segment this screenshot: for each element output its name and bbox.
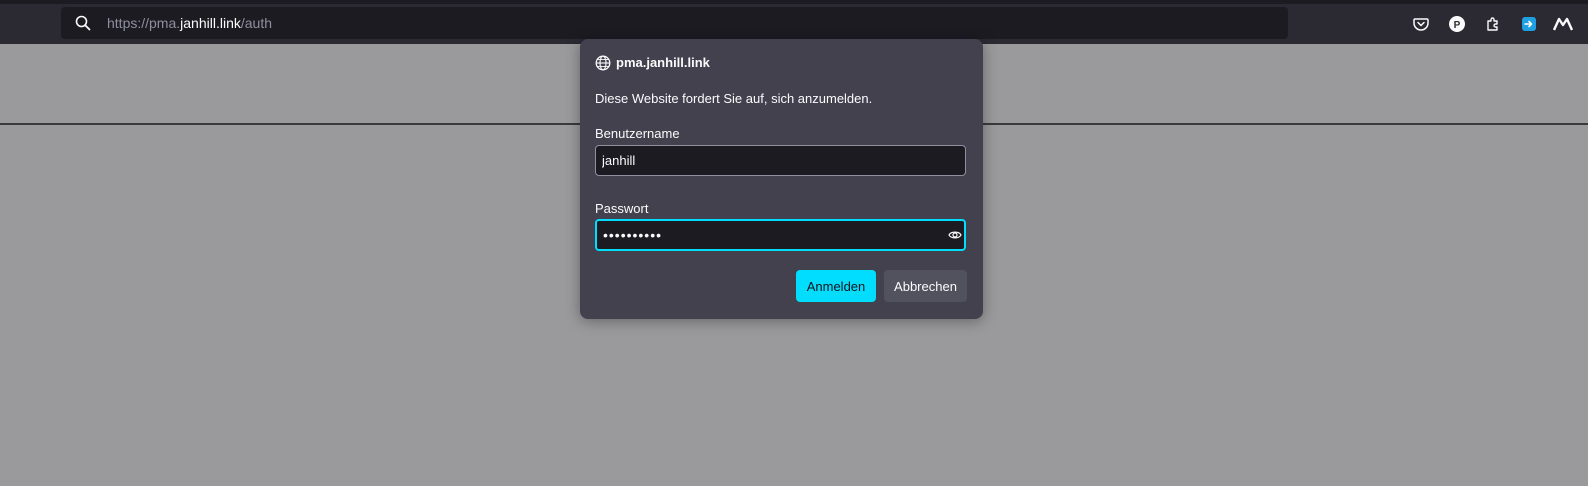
extension-p-icon[interactable]: P xyxy=(1447,14,1467,34)
screenshot-icon[interactable] xyxy=(1519,14,1539,34)
browser-toolbar: https://pma.janhill.link/auth P xyxy=(0,0,1588,44)
url-text: https://pma.janhill.link/auth xyxy=(107,14,272,32)
extension-p-label: P xyxy=(1454,20,1461,31)
site-name: pma.janhill.link xyxy=(616,55,710,70)
url-bar[interactable]: https://pma.janhill.link/auth xyxy=(61,7,1288,39)
username-input[interactable] xyxy=(595,145,966,176)
cancel-button[interactable]: Abbrechen xyxy=(884,270,967,302)
url-prefix: https://pma. xyxy=(107,15,181,31)
extensions-puzzle-icon[interactable] xyxy=(1483,14,1503,34)
password-label: Passwort xyxy=(595,201,649,216)
site-header: pma.janhill.link xyxy=(595,55,710,71)
globe-icon xyxy=(595,55,611,71)
auth-dialog: pma.janhill.link Diese Website fordert S… xyxy=(580,39,983,319)
url-host: janhill.link xyxy=(180,15,241,31)
search-icon xyxy=(75,15,91,31)
pocket-icon[interactable] xyxy=(1411,14,1431,34)
auth-message: Diese Website fordert Sie auf, sich anzu… xyxy=(595,91,873,106)
login-button[interactable]: Anmelden xyxy=(796,270,876,302)
username-label: Benutzername xyxy=(595,126,680,141)
show-password-eye-icon[interactable] xyxy=(948,229,962,241)
url-path: /auth xyxy=(240,15,272,31)
profile-m-icon[interactable] xyxy=(1553,14,1573,34)
password-input[interactable] xyxy=(595,219,966,251)
